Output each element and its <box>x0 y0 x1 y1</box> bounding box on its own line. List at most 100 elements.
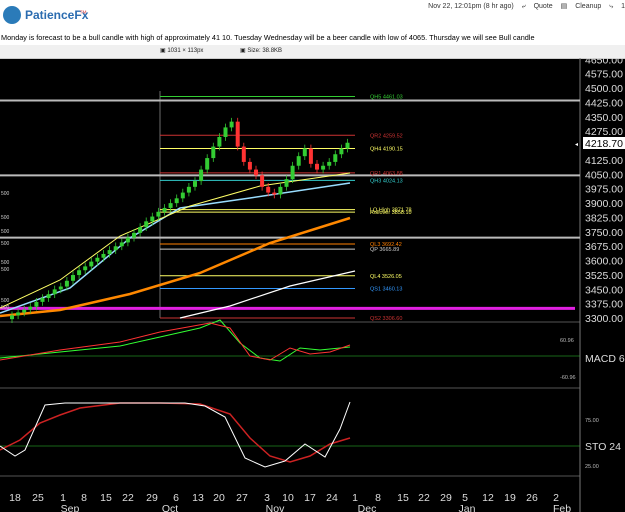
month-label: Dec <box>358 503 377 512</box>
side-price-label: 500 <box>1 215 10 221</box>
month-label: Jan <box>459 503 476 512</box>
candle-body <box>339 148 344 155</box>
time-tick-label: 29 <box>146 492 158 504</box>
candle-body <box>101 253 106 258</box>
candle-body <box>186 186 191 193</box>
macd-lower-level: -60.96 <box>560 375 576 381</box>
candle-body <box>22 309 27 313</box>
brand-logo-icon[interactable] <box>3 6 21 24</box>
candle-body <box>302 148 307 157</box>
candle-body <box>52 289 57 295</box>
candle-body <box>254 169 258 176</box>
extra-button[interactable]: ⤷ 1 <box>609 3 625 10</box>
candle-body <box>58 286 63 290</box>
candle-body <box>333 154 338 162</box>
candle-body <box>241 146 246 162</box>
current-price-marker: ◂ <box>575 142 578 148</box>
price-tick-label: 3975.00 <box>585 184 623 196</box>
price-tick-label: 3300.00 <box>585 313 623 325</box>
side-price-label: 500 <box>1 267 10 273</box>
candle-body <box>138 227 143 233</box>
candle-body <box>211 146 216 159</box>
candle-body <box>290 165 295 180</box>
current-price-label: 4218.70 <box>585 138 623 150</box>
candle-body <box>193 181 197 187</box>
moving-average-line <box>0 216 351 318</box>
candle-body <box>125 237 130 243</box>
time-tick-label: 8 <box>81 492 87 504</box>
macd-label: MACD 6 <box>585 353 625 365</box>
price-tick-label: 4125.00 <box>585 155 623 167</box>
dimensions-info: ▣ 1031 × 113px <box>160 48 204 54</box>
time-tick-label: 25 <box>32 492 44 504</box>
moving-average-line <box>0 172 351 309</box>
month-label: Sep <box>61 503 80 512</box>
price-tick-label: 3750.00 <box>585 227 623 239</box>
candle-body <box>174 198 179 204</box>
candle-body <box>308 148 313 164</box>
time-tick-label: 18 <box>9 492 21 504</box>
candle-body <box>223 127 228 137</box>
time-tick-label: 22 <box>418 492 430 504</box>
candle-body <box>77 270 82 276</box>
macd-line <box>0 322 351 361</box>
candle-body <box>16 312 21 316</box>
candle-body <box>168 203 173 208</box>
price-tick-label: 3525.00 <box>585 270 623 282</box>
brand-trademark: ™ <box>79 9 87 18</box>
candle-body <box>260 175 265 187</box>
month-label: Oct <box>162 503 178 512</box>
candle-body <box>132 232 136 238</box>
level-label: QS2 3306.60 <box>370 316 402 322</box>
time-tick-label: 20 <box>213 492 225 504</box>
candle-body <box>205 158 210 170</box>
time-tick-label: 26 <box>526 492 538 504</box>
candle-body <box>83 266 88 271</box>
month-label: Feb <box>553 503 571 512</box>
level-label: QH5 4461.03 <box>370 95 403 101</box>
post-datetime: Nov 22, 12:01pm (8 hr ago) <box>428 3 514 10</box>
sto-lower-level: 25.00 <box>585 464 599 470</box>
candle-body <box>28 306 33 310</box>
top-bar: PatienceFx ™ Nov 22, 12:01pm (8 hr ago) … <box>0 0 625 31</box>
price-tick-label: 3900.00 <box>585 198 623 210</box>
time-tick-label: 17 <box>304 492 316 504</box>
candle-body <box>71 275 75 281</box>
candle-body <box>46 294 51 299</box>
candle-body <box>150 216 155 222</box>
candle-body <box>107 250 112 254</box>
candle-body <box>156 211 161 217</box>
price-chart[interactable]: QH5 4461.03 QR2 4259.52 QH4 4190.15 QR1 406… <box>0 58 625 512</box>
month-label: Nov <box>266 503 285 512</box>
side-price-label: 500 <box>1 241 10 247</box>
side-price-label: 500 <box>1 191 10 197</box>
candle-body <box>199 169 204 182</box>
side-price-label: 500 <box>1 260 10 266</box>
level-label: QR1 4063.88 <box>370 171 403 177</box>
quote-button[interactable]: ⤶ Quote <box>522 3 553 10</box>
candle-body <box>266 186 271 193</box>
time-tick-label: 19 <box>504 492 516 504</box>
candle-body <box>40 298 45 302</box>
macd-upper-level: 60.96 <box>560 338 574 344</box>
price-tick-label: 3375.00 <box>585 299 623 311</box>
size-info: ▣ Size: 38.8KB <box>240 48 283 54</box>
time-tick-label: 29 <box>440 492 452 504</box>
level-label: QS1 3460.13 <box>370 286 402 292</box>
price-tick-label: 4650.00 <box>585 58 623 66</box>
candle-body <box>113 246 118 251</box>
side-price-label: 500 <box>1 298 10 304</box>
price-tick-label: 4500.00 <box>585 83 623 95</box>
price-tick-label: 3450.00 <box>585 284 623 296</box>
moving-average-line <box>179 270 356 319</box>
time-tick-label: 13 <box>192 492 204 504</box>
candle-body <box>217 136 222 147</box>
candle-body <box>235 121 240 147</box>
sto-fast-line <box>0 401 351 468</box>
candle-body <box>321 165 326 170</box>
candle-body <box>34 301 39 307</box>
price-tick-label: 3675.00 <box>585 241 623 253</box>
side-price-label: 500 <box>1 229 10 235</box>
cleanup-button[interactable]: ▤ Cleanup <box>561 3 602 10</box>
candle-body <box>284 179 289 187</box>
